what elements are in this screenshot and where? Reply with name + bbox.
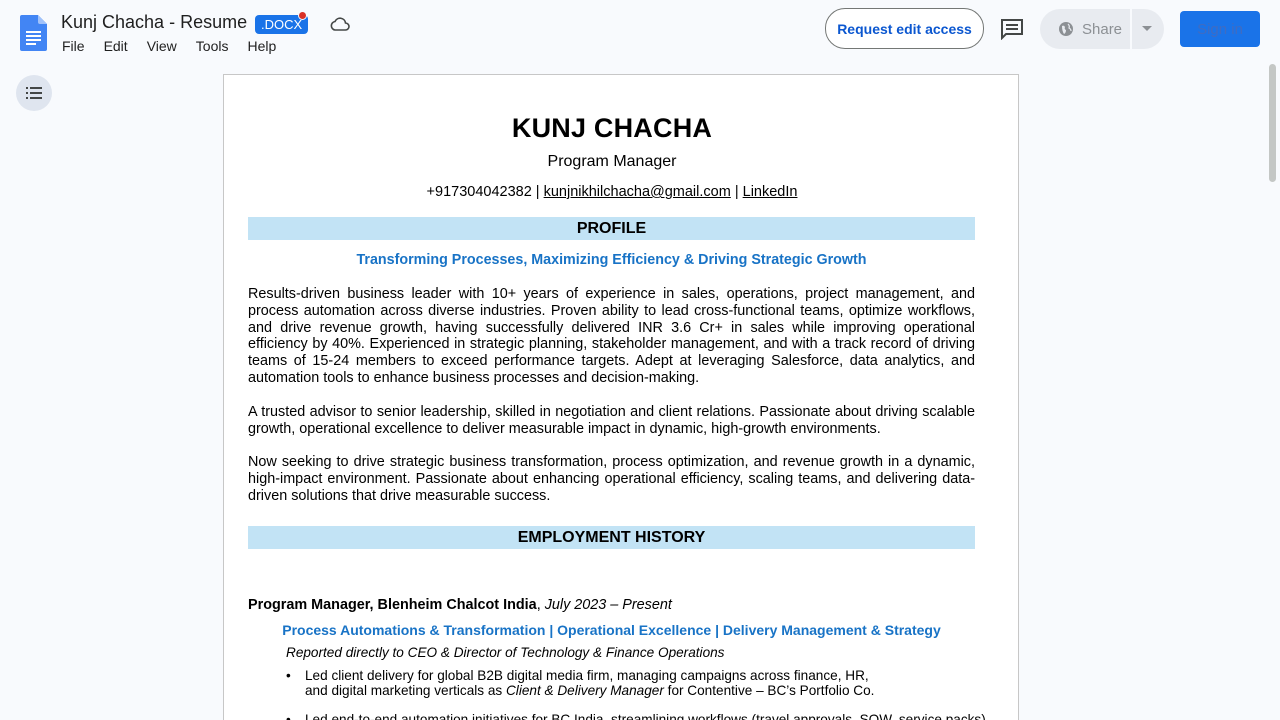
menu-bar: File Edit View Tools Help — [62, 38, 295, 54]
bullet-text: Led end-to-end automation initiatives fo… — [305, 712, 986, 720]
sign-in-button[interactable]: Sign in — [1180, 11, 1260, 47]
top-bar: Kunj Chacha - Resume .DOCX File Edit Vie… — [0, 0, 1280, 64]
job-tags: Process Automations & Transformation | O… — [282, 622, 941, 638]
document-outline-button[interactable] — [16, 75, 52, 111]
separator: | — [531, 184, 544, 200]
globe-icon — [1059, 22, 1073, 36]
notification-dot — [298, 11, 307, 20]
bullet-text: Led client delivery for global B2B digit… — [305, 668, 975, 698]
profile-tagline: Transforming Processes, Maximizing Effic… — [356, 252, 867, 268]
employment-heading: EMPLOYMENT HISTORY — [248, 526, 975, 549]
bullet-icon: • — [286, 668, 291, 683]
job-reporting: Reported directly to CEO & Director of T… — [286, 645, 725, 660]
request-edit-access-button[interactable]: Request edit access — [825, 8, 984, 49]
bullet-text-part: Led client delivery for global B2B digit… — [305, 668, 869, 683]
vertical-scrollbar[interactable] — [1269, 64, 1276, 182]
job-title-line: Program Manager, Blenheim Chalcot India,… — [248, 597, 672, 613]
menu-tools[interactable]: Tools — [196, 38, 229, 54]
comma: , — [536, 597, 545, 613]
document-page: KUNJ CHACHA Program Manager +91730404238… — [223, 74, 1019, 720]
resume-name: KUNJ CHACHA — [511, 113, 713, 143]
document-outline-icon — [26, 87, 42, 99]
bullet-text-part: and digital marketing verticals as — [305, 683, 506, 698]
menu-help[interactable]: Help — [247, 38, 276, 54]
profile-paragraph: Results-driven business leader with 10+ … — [248, 286, 975, 386]
phone-number: +917304042382 — [426, 184, 532, 200]
share-label: Share — [1082, 20, 1123, 38]
profile-heading: PROFILE — [248, 217, 975, 240]
menu-edit[interactable]: Edit — [104, 38, 128, 54]
comment-icon[interactable] — [1000, 18, 1024, 40]
chevron-down-icon[interactable] — [1142, 26, 1152, 31]
job-dates: July 2023 – Present — [544, 597, 672, 613]
list-item: • Led end-to-end automation initiatives … — [286, 712, 986, 720]
bullet-icon: • — [286, 712, 291, 720]
job-title: Program Manager, Blenheim Chalcot India — [248, 597, 537, 613]
google-docs-icon[interactable] — [20, 15, 47, 51]
bullet-role: Client & Delivery Manager — [505, 683, 664, 698]
share-button[interactable]: Share — [1040, 9, 1130, 49]
separator: | — [730, 184, 743, 200]
list-item: • Led client delivery for global B2B dig… — [286, 668, 976, 700]
share-divider — [1130, 9, 1132, 49]
cloud-saved-icon[interactable] — [330, 16, 350, 32]
profile-paragraph: Now seeking to drive strategic business … — [248, 454, 975, 504]
bullet-text-part: for Contentive – BC’s Portfolio Co. — [663, 683, 875, 698]
menu-view[interactable]: View — [147, 38, 177, 54]
sign-in-label: Sign in — [1197, 20, 1243, 38]
resume-role: Program Manager — [547, 153, 677, 170]
contact-line: +917304042382 | kunjnikhilchacha@gmail.c… — [224, 184, 1000, 200]
menu-file[interactable]: File — [62, 38, 85, 54]
document-title[interactable]: Kunj Chacha - Resume — [61, 12, 247, 33]
share-button-group: Share — [1040, 9, 1164, 49]
email-link[interactable]: kunjnikhilchacha@gmail.com — [544, 184, 731, 200]
profile-paragraph: A trusted advisor to senior leadership, … — [248, 404, 975, 437]
linkedin-link[interactable]: LinkedIn — [743, 184, 798, 200]
